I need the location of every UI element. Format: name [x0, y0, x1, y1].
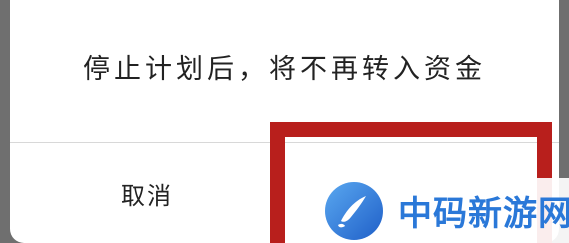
dialog-message: 停止计划后，将不再转入资金: [83, 54, 486, 85]
site-watermark: 中码新游网: [318, 178, 569, 243]
screen: 停止计划后，将不再转入资金 取消 中码新游网: [0, 0, 569, 243]
brush-circle-logo-icon: [325, 181, 383, 240]
cancel-button[interactable]: 取消: [10, 143, 284, 243]
watermark-brand-text: 中码新游网: [398, 194, 569, 234]
